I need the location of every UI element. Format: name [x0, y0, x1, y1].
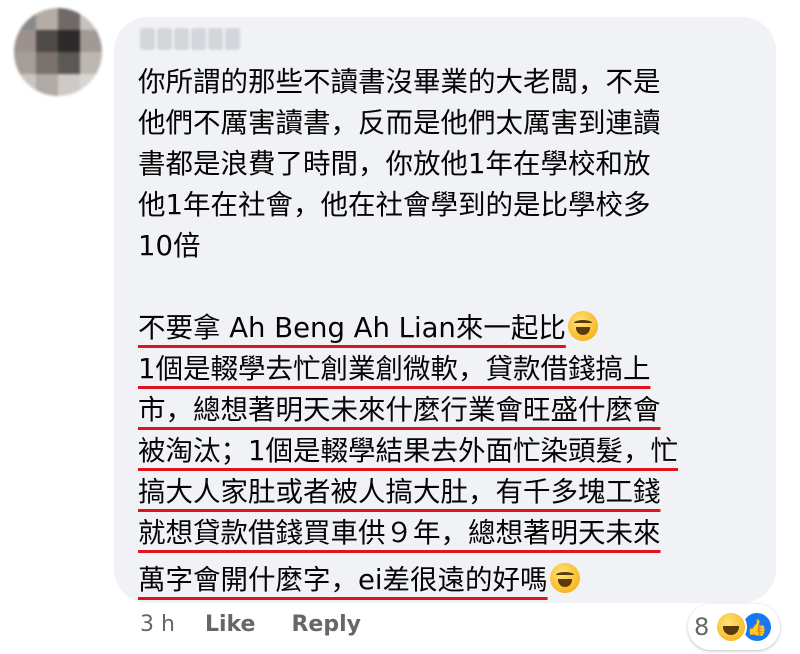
- comment-line-text: 不要拿 Ah Beng Ah Lian來一起比: [138, 312, 566, 344]
- comment-line-highlighted: 搞大人家肚或者被人搞大肚，有千多塊工錢: [138, 476, 661, 508]
- comment-line-highlighted: 不要拿 Ah Beng Ah Lian來一起比: [138, 308, 770, 349]
- avatar[interactable]: [14, 8, 102, 96]
- like-button[interactable]: Like: [205, 612, 256, 637]
- comment-line-highlighted: 就想貸款借錢買車供９年，總想著明天未來: [138, 517, 661, 549]
- timestamp[interactable]: 3 h: [140, 612, 175, 637]
- comment-line-highlighted: 1個是輟學去忙創業創微軟，貸款借錢搞上: [138, 353, 651, 385]
- comment-line-highlighted: 萬字會開什麼字，ei差很遠的好嗎: [138, 560, 770, 601]
- author-name-blurred[interactable]: [140, 28, 240, 50]
- haha-reaction-icon: [715, 611, 748, 643]
- comment-line: 他1年在社會，他在社會學到的是比學校多: [138, 189, 651, 221]
- comment-line-highlighted: 市，總想著明天未來什麼行業會旺盛什麼會: [138, 394, 661, 426]
- reaction-count: 8: [694, 613, 710, 641]
- comment-text: 你所謂的那些不讀書沒畢業的大老闆，不是 他們不厲害讀書，反而是他們太厲害到連讀 …: [138, 62, 770, 601]
- rolling-on-floor-laughing-icon: [567, 311, 598, 341]
- comment-line-text: 萬字會開什麼字，ei差很遠的好嗎: [138, 564, 548, 596]
- rolling-on-floor-laughing-icon: [549, 563, 580, 593]
- reply-button[interactable]: Reply: [291, 612, 361, 637]
- comment-line: 他們不厲害讀書，反而是他們太厲害到連讀: [138, 107, 661, 139]
- comment-line: 你所謂的那些不讀書沒畢業的大老闆，不是: [138, 66, 661, 98]
- comment-line: 10倍: [138, 230, 201, 262]
- comment-line: 書都是浪費了時間，你放他1年在學校和放: [138, 148, 651, 180]
- reaction-summary[interactable]: 8 👍: [688, 604, 780, 650]
- comment-line-highlighted: 被淘汰；1個是輟學結果去外面忙染頭髮，忙: [138, 435, 678, 467]
- comment-actions: 3 h Like Reply: [140, 612, 397, 637]
